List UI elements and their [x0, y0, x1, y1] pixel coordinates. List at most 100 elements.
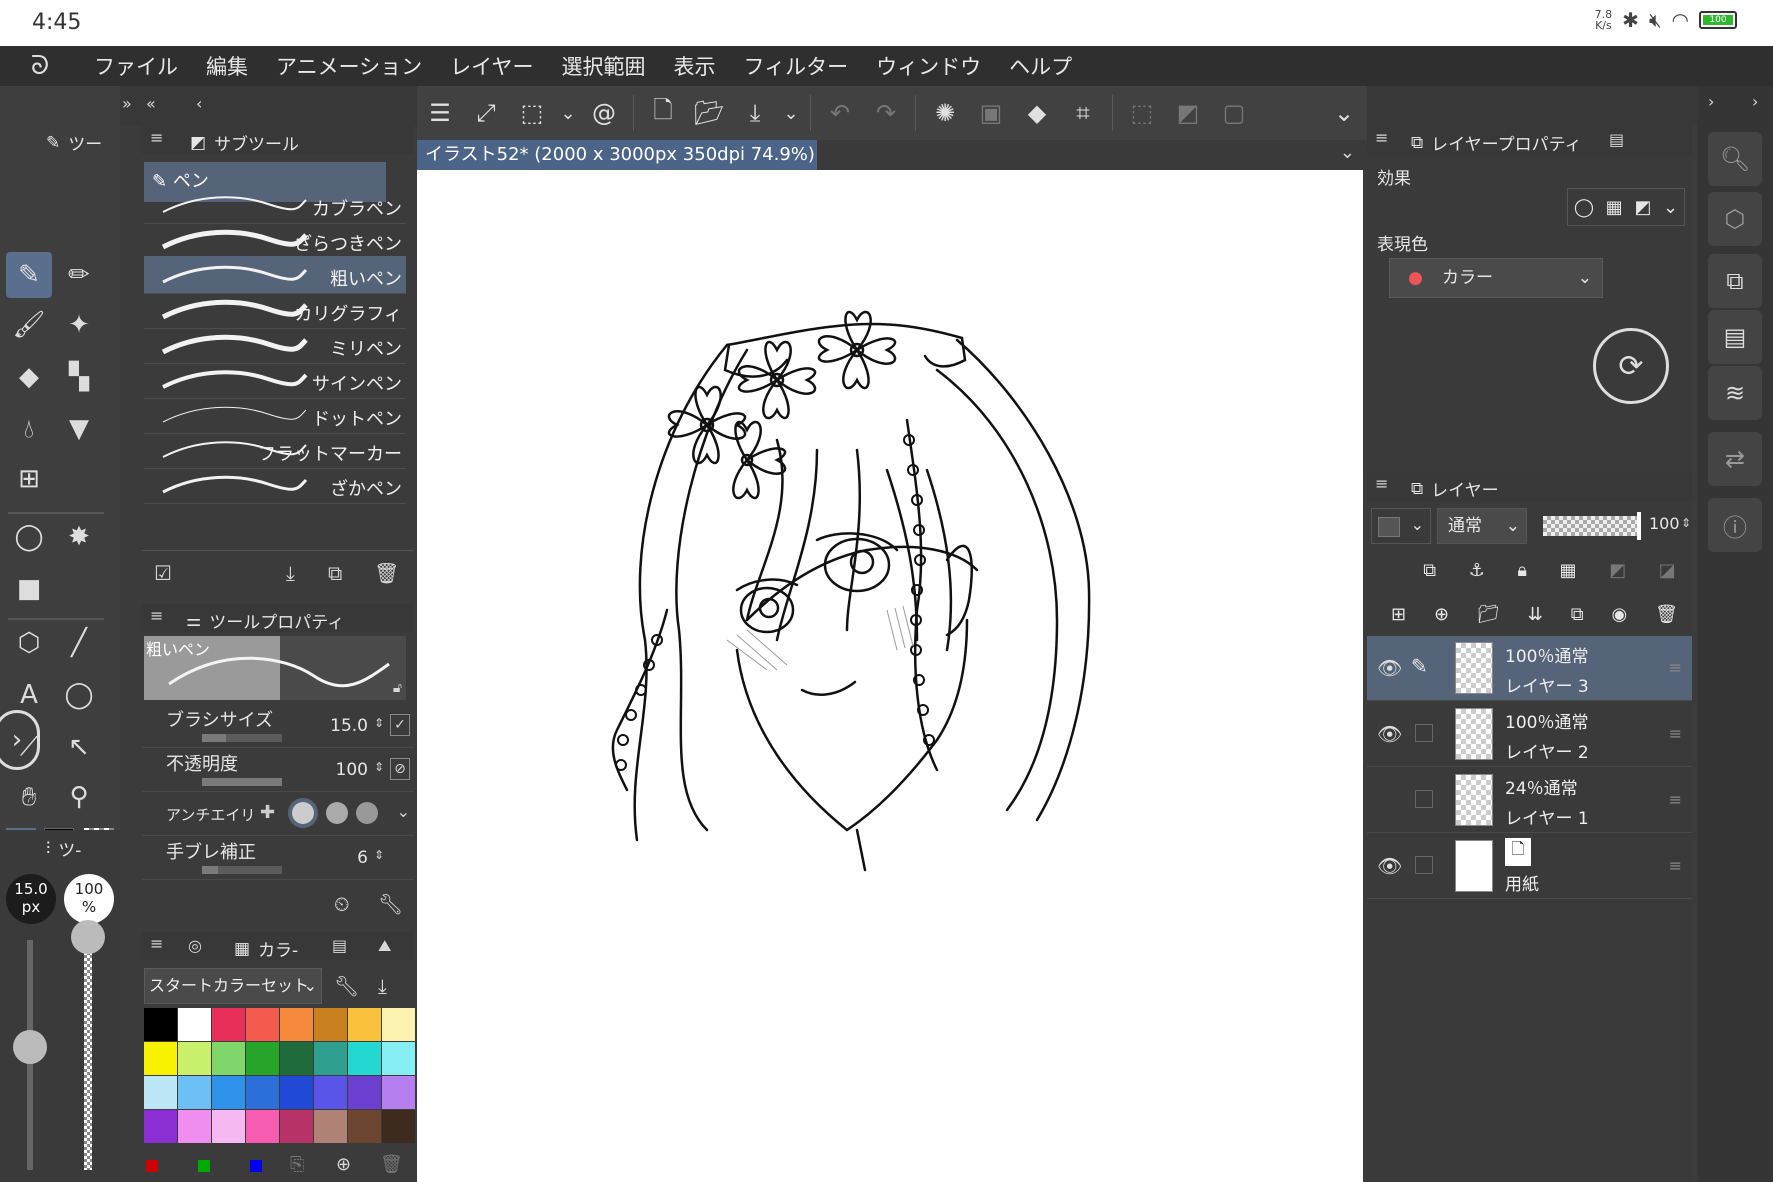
menu-filter[interactable]: フィルター — [730, 51, 863, 81]
app-logo-icon[interactable]: ᘐ — [0, 51, 80, 82]
layer-opacity-slider[interactable] — [1543, 512, 1641, 540]
color-swatch[interactable] — [246, 1008, 279, 1041]
layer-property-tab[interactable]: ⧉ レイヤープロパティ — [1411, 130, 1582, 156]
brush-item[interactable]: ざかペン — [144, 466, 406, 504]
color-swatch[interactable] — [280, 1042, 313, 1075]
brush-item[interactable]: ミリペン — [144, 326, 406, 364]
drag-handle-icon[interactable]: ≡ — [1669, 724, 1682, 743]
layer-check[interactable] — [1415, 856, 1433, 874]
chevron-right-icon[interactable]: › — [1708, 92, 1714, 111]
document-tab[interactable]: イラスト52* (2000 x 3000px 350dpi 74.9%) — [417, 140, 817, 189]
import-icon[interactable]: ⤓ — [286, 561, 295, 585]
menu-window[interactable]: ウィンドウ — [862, 51, 995, 81]
merge-down-icon[interactable]: ⧉ — [1571, 604, 1584, 625]
color-swatch[interactable] — [212, 1008, 245, 1041]
size-slider-knob[interactable] — [13, 1030, 47, 1064]
stepper-icon[interactable]: ⇕ — [374, 760, 384, 774]
new-vector-layer-icon[interactable]: ⊕ — [1434, 604, 1449, 625]
tool-3d[interactable]: ⬡ — [6, 620, 52, 666]
pressure-icon[interactable]: ✓ — [390, 714, 410, 736]
chevron-down-icon[interactable]: ⌄ — [1663, 197, 1678, 218]
color-swatch[interactable] — [178, 1008, 211, 1041]
color-swatch[interactable] — [246, 1042, 279, 1075]
menu-selection[interactable]: 選択範囲 — [548, 51, 660, 81]
crop-icon[interactable]: ⌗ — [1060, 90, 1106, 136]
color-swatch[interactable] — [382, 1042, 415, 1075]
color-swatch[interactable] — [178, 1042, 211, 1075]
color-swatch[interactable] — [348, 1110, 381, 1143]
brush-item[interactable]: サインペン — [144, 361, 406, 399]
chevron-right-icon-2[interactable]: › — [1752, 92, 1758, 111]
canvas[interactable] — [417, 170, 1363, 1182]
chevron-down-icon[interactable]: ⌄ — [555, 90, 581, 136]
panel-menu-icon[interactable]: ≡ — [1375, 128, 1388, 147]
brush-item[interactable]: カリグラフィ — [144, 291, 406, 329]
chevron-down-icon[interactable]: ⌄ — [1340, 142, 1355, 163]
loading-icon[interactable]: ✺ — [922, 90, 968, 136]
fit-screen-icon[interactable]: ⤢ — [463, 90, 509, 136]
color-swatch[interactable] — [212, 1076, 245, 1109]
layer-row[interactable]: 👁︎ ✎ 100％通常 レイヤー 3 ≡ — [1367, 636, 1692, 701]
wrench-icon[interactable]: 🔧︎ — [378, 892, 403, 916]
menu-view[interactable]: 表示 — [660, 51, 730, 81]
layer-search-button[interactable]: ▤ — [1708, 310, 1762, 364]
swatch-green[interactable] — [198, 1160, 210, 1172]
eye-icon[interactable]: 👁︎ — [1377, 854, 1402, 878]
color-swatch[interactable] — [382, 1076, 415, 1109]
tool-tab[interactable]: ✎ ツー — [46, 130, 102, 156]
swatch-red[interactable] — [146, 1160, 158, 1172]
transform-icon[interactable]: ⬚ — [509, 90, 555, 136]
menu-layer[interactable]: レイヤー — [436, 51, 547, 81]
new-raster-layer-icon[interactable]: ⊞ — [1391, 604, 1406, 625]
color-swatch[interactable] — [314, 1042, 347, 1075]
color-set-tab[interactable]: ▦ カラ- — [234, 936, 298, 962]
info-button[interactable]: ⓘ — [1708, 498, 1762, 552]
tool-operation[interactable]: ↖ — [56, 724, 102, 770]
color-swatch[interactable] — [212, 1110, 245, 1143]
brush-item[interactable]: フラットマーカー — [144, 431, 406, 469]
brush-item[interactable]: ざらつきペン — [144, 221, 406, 259]
color-swatch[interactable] — [280, 1110, 313, 1143]
drag-handle-icon[interactable]: ≡ — [1669, 658, 1682, 677]
navigator-button[interactable]: 🔍︎ — [1708, 132, 1762, 186]
fill-icon[interactable]: ◆ — [1014, 90, 1060, 136]
tool-eraser[interactable]: ◆ — [6, 354, 52, 400]
lock-icon[interactable]: 🔒︎ — [1517, 560, 1527, 581]
lock-icon[interactable]: 🔓︎ — [393, 680, 402, 696]
deselect-icon[interactable]: ⬚ — [1119, 90, 1165, 136]
opacity-link-icon[interactable]: ⊘ — [390, 758, 410, 780]
color-swatch[interactable] — [280, 1008, 313, 1041]
tool-line[interactable]: ╱ — [56, 620, 102, 666]
tool-eyedropper[interactable]: ⚲ — [56, 774, 102, 820]
blend-mode-select[interactable]: 通常 ⌄ — [1437, 508, 1527, 544]
layer-rotate-button[interactable]: ⟳ — [1593, 328, 1669, 404]
trash-icon[interactable]: 🗑︎ — [1655, 604, 1678, 625]
tool-balloon[interactable]: ◯ — [56, 672, 102, 718]
swatch-blue[interactable] — [250, 1160, 262, 1172]
open-folder-icon[interactable]: 📂︎ — [686, 90, 732, 136]
tool-pencil[interactable]: ✏ — [56, 252, 102, 298]
toolprop-tab[interactable]: ⚌ ツールプロパティ — [186, 608, 344, 634]
brush-size-row[interactable]: ブラシサイズ 15.0 ⇕ ✓ — [142, 704, 414, 748]
eye-icon[interactable]: 👁︎ — [1377, 722, 1402, 746]
layer-row[interactable]: 24％通常 レイヤー 1 ≡ — [1367, 768, 1692, 833]
color-swatch[interactable] — [382, 1008, 415, 1041]
material-button[interactable]: ⬡ — [1708, 192, 1762, 246]
color-swatch[interactable] — [314, 1110, 347, 1143]
chevron-down-icon[interactable]: ⌄ — [778, 90, 804, 136]
expand-icon[interactable]: » — [122, 94, 132, 113]
color-swatch[interactable] — [246, 1110, 279, 1143]
color-wheel-icon[interactable]: ◎ — [188, 936, 202, 955]
chevron-down-icon[interactable]: ⌄ — [1321, 90, 1367, 136]
tool-gradient[interactable]: ■ — [6, 566, 52, 612]
layer-check[interactable] — [1415, 724, 1433, 742]
menu-help[interactable]: ヘルプ — [995, 51, 1086, 81]
color-swatch[interactable] — [144, 1110, 177, 1143]
tool-blend[interactable]: 💧︎ — [6, 406, 52, 452]
color-swatch[interactable] — [382, 1110, 415, 1143]
invert-selection-icon[interactable]: ◩ — [1165, 90, 1211, 136]
export-icon[interactable]: ⤓ — [732, 90, 778, 136]
transfer-down-icon[interactable]: ⇊ — [1528, 604, 1543, 625]
color-swatch[interactable] — [178, 1110, 211, 1143]
layer-property-alt-icon[interactable]: ▤ — [1609, 130, 1624, 149]
